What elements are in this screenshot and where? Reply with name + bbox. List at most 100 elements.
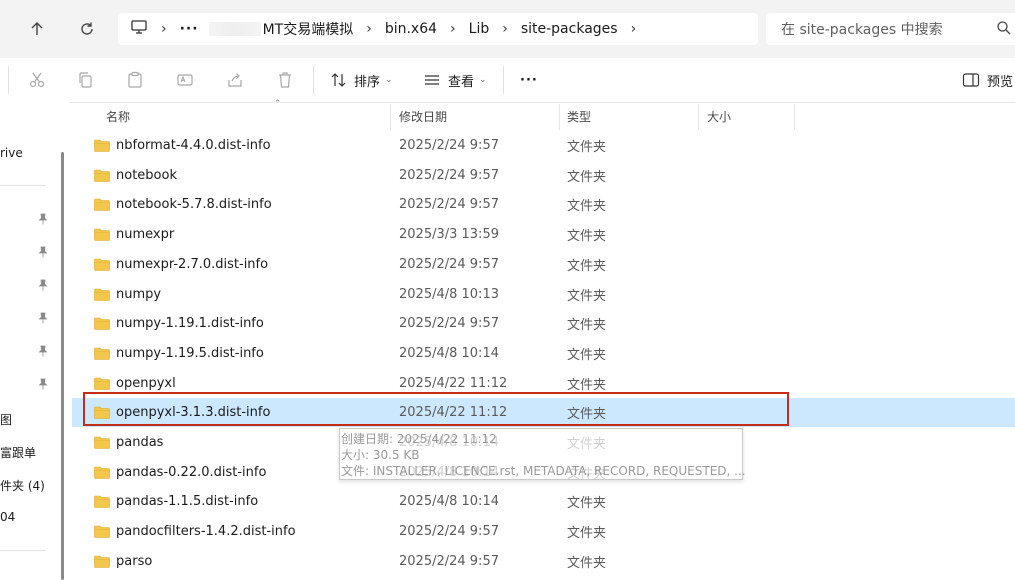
copy-button[interactable] bbox=[77, 68, 95, 92]
breadcrumb-overflow[interactable]: ··· bbox=[180, 21, 199, 37]
file-name-cell[interactable]: notebook-5.7.8.dist-info bbox=[94, 190, 272, 219]
file-row[interactable]: pandocfilters-1.4.2.dist-info 2025/2/24 9… bbox=[72, 517, 1015, 546]
chevron-down-icon: ⌄ bbox=[385, 75, 393, 85]
file-date-cell: 2025/4/8 10:14 bbox=[399, 345, 499, 361]
file-name-cell[interactable]: numpy-1.19.5.dist-info bbox=[94, 339, 264, 368]
chevron-right-icon[interactable]: › bbox=[502, 21, 508, 37]
rename-button[interactable] bbox=[176, 68, 194, 92]
column-header-type[interactable]: 类型 bbox=[567, 102, 697, 130]
nav-item[interactable]: 富跟单 bbox=[0, 444, 36, 461]
pin-icon bbox=[38, 246, 48, 258]
file-row[interactable]: notebook-5.7.8.dist-info 2025/2/24 9:57 文件… bbox=[72, 190, 1015, 219]
pin-icon bbox=[38, 345, 48, 357]
breadcrumb-item[interactable]: Lib bbox=[469, 21, 490, 37]
breadcrumb-item[interactable]: bin.x64 bbox=[385, 21, 437, 37]
file-row[interactable]: numpy-1.19.1.dist-info 2025/2/24 9:57 文件夹 bbox=[72, 309, 1015, 338]
file-date-cell: 2025/4/8 10:14 bbox=[399, 494, 499, 510]
blurred-crumb bbox=[208, 22, 261, 36]
file-name: notebook-5.7.8.dist-info bbox=[116, 197, 272, 213]
folder-icon bbox=[94, 466, 110, 479]
column-divider[interactable] bbox=[559, 104, 560, 130]
folder-icon bbox=[94, 258, 110, 271]
column-header-date[interactable]: 修改日期 bbox=[399, 102, 559, 130]
file-row[interactable]: pandas-1.1.5.dist-info 2025/4/8 10:14 文件夹 bbox=[72, 487, 1015, 516]
sidebar-scrollbar[interactable] bbox=[61, 152, 64, 580]
file-type-cell: 文件夹 bbox=[567, 347, 607, 363]
file-row[interactable]: notebook 2025/2/24 9:57 文件夹 bbox=[72, 161, 1015, 190]
file-date-cell: 2025/3/3 13:59 bbox=[399, 227, 499, 243]
view-icon bbox=[425, 75, 439, 85]
file-row[interactable]: parso 2025/2/24 9:57 文件夹 bbox=[72, 547, 1015, 576]
file-name-cell[interactable]: pandocfilters-1.4.2.dist-info bbox=[94, 517, 296, 546]
up-button[interactable] bbox=[20, 13, 54, 45]
divider bbox=[313, 66, 314, 94]
folder-icon bbox=[94, 377, 110, 390]
file-name-cell[interactable]: pandas-0.22.0.dist-info bbox=[94, 458, 266, 487]
column-size-label: 大小 bbox=[707, 109, 732, 124]
file-type-cell: 文件夹 bbox=[567, 229, 607, 245]
refresh-icon bbox=[81, 22, 93, 35]
share-icon bbox=[228, 73, 242, 87]
file-name: pandas-0.22.0.dist-info bbox=[116, 464, 267, 480]
file-info-tooltip: 创建日期: 2025/4/22 11:12 大小: 30.5 KB 文件: IN… bbox=[339, 428, 746, 480]
chevron-right-icon[interactable]: › bbox=[366, 21, 372, 37]
breadcrumb-item[interactable]: MT交易端模拟 bbox=[263, 19, 354, 39]
computer-icon[interactable] bbox=[130, 19, 148, 39]
pin-icon bbox=[38, 279, 48, 291]
file-row[interactable]: numexpr 2025/3/3 13:59 文件夹 bbox=[72, 220, 1015, 249]
sort-icon bbox=[331, 73, 346, 87]
pin-icon bbox=[38, 213, 48, 225]
file-row[interactable]: numpy 2025/4/8 10:13 文件夹 bbox=[72, 280, 1015, 309]
column-divider[interactable] bbox=[698, 104, 699, 130]
delete-button[interactable] bbox=[276, 68, 294, 92]
divider bbox=[503, 66, 504, 94]
search-placeholder: 在 site-packages 中搜索 bbox=[781, 22, 943, 38]
nav-item[interactable]: 图 bbox=[0, 411, 12, 428]
sort-button[interactable]: 排序 ⌄ bbox=[330, 68, 393, 92]
file-type-cell: 文件夹 bbox=[567, 258, 607, 274]
preview-button[interactable]: 预览 bbox=[962, 68, 1013, 92]
file-name-cell[interactable]: pandas bbox=[94, 428, 163, 457]
paste-button[interactable] bbox=[126, 68, 144, 92]
file-name-cell[interactable]: numexpr-2.7.0.dist-info bbox=[94, 250, 268, 279]
refresh-button[interactable] bbox=[70, 13, 104, 45]
cut-button[interactable] bbox=[28, 68, 46, 92]
nav-item-drive[interactable]: rive bbox=[0, 146, 23, 160]
file-name-cell[interactable]: numpy-1.19.1.dist-info bbox=[94, 309, 264, 338]
file-name-cell[interactable]: nbformat-4.4.0.dist-info bbox=[94, 131, 271, 160]
chevron-right-icon[interactable]: › bbox=[450, 21, 456, 37]
paste-icon bbox=[128, 71, 142, 88]
chevron-right-icon[interactable]: › bbox=[631, 21, 637, 37]
share-button[interactable] bbox=[226, 68, 244, 92]
folder-icon bbox=[94, 525, 110, 538]
file-type-cell: 文件夹 bbox=[567, 318, 607, 334]
column-type-label: 类型 bbox=[567, 109, 592, 124]
chevron-right-icon[interactable]: › bbox=[161, 21, 167, 37]
file-name: numexpr bbox=[116, 227, 175, 243]
file-name: pandas-1.1.5.dist-info bbox=[116, 494, 259, 510]
file-type-cell: 文件夹 bbox=[567, 555, 607, 571]
breadcrumb[interactable]: › ··· MT交易端模拟 › bin.x64 › Lib › site-pac… bbox=[118, 13, 758, 45]
view-button[interactable]: 查看 ⌄ bbox=[423, 68, 487, 92]
file-name-cell[interactable]: numpy bbox=[94, 280, 161, 309]
breadcrumb-item[interactable]: site-packages bbox=[521, 21, 618, 37]
chevron-down-icon: ⌄ bbox=[479, 75, 487, 85]
more-button[interactable]: ··· bbox=[520, 68, 538, 92]
file-name-cell[interactable]: pandas-1.1.5.dist-info bbox=[94, 487, 258, 516]
preview-label: 预览 bbox=[987, 74, 1014, 90]
file-name-cell[interactable]: numexpr bbox=[94, 220, 174, 249]
file-name: openpyxl bbox=[116, 375, 176, 391]
file-row[interactable]: numexpr-2.7.0.dist-info 2025/2/24 9:57 文件夹 bbox=[72, 250, 1015, 279]
file-row[interactable]: nbformat-4.4.0.dist-info 2025/2/24 9:57 文件… bbox=[72, 131, 1015, 160]
nav-item[interactable]: 04 bbox=[0, 510, 15, 524]
command-bar: 排序 ⌄ 查看 ⌄ ··· bbox=[0, 58, 1015, 103]
column-divider[interactable] bbox=[390, 104, 391, 130]
file-name-cell[interactable]: parso bbox=[94, 547, 152, 576]
file-name-cell[interactable]: notebook bbox=[94, 161, 177, 190]
column-header-size[interactable]: 大小 bbox=[707, 102, 792, 130]
column-divider[interactable] bbox=[794, 104, 795, 130]
nav-item[interactable]: 件夹 (4) bbox=[0, 477, 45, 494]
search-input[interactable]: 在 site-packages 中搜索 bbox=[766, 13, 1015, 45]
file-row[interactable]: numpy-1.19.5.dist-info 2025/4/8 10:14 文件夹 bbox=[72, 339, 1015, 368]
column-header-name[interactable]: 名称 ⌃ bbox=[106, 99, 391, 130]
